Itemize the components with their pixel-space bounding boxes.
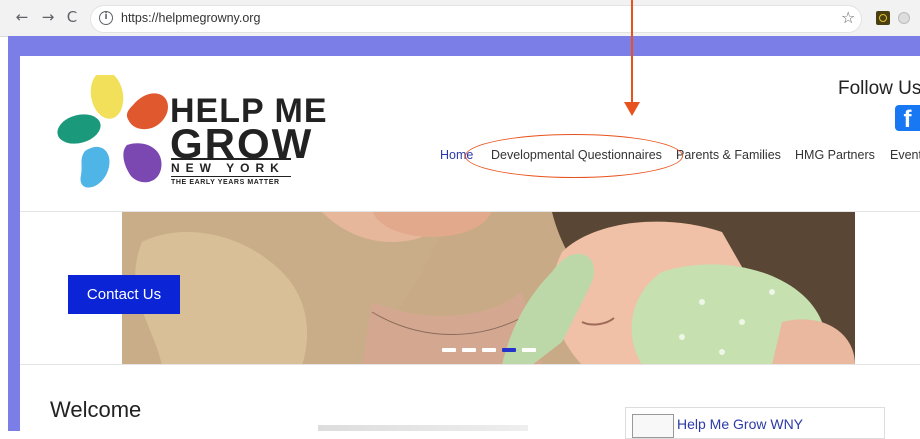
logo-text-new-york: NEW YORK [171,158,291,175]
faded-text-line [318,425,528,431]
address-bar[interactable]: i https://helpmegrowny.org ☆ [90,5,862,33]
slider-dot[interactable] [522,348,536,352]
nav-events[interactable]: Event [890,148,920,162]
extension-icon[interactable] [876,11,890,25]
info-icon[interactable]: i [99,11,113,25]
url-text[interactable]: https://helpmegrowny.org [121,11,260,25]
hero-slider-image [122,212,855,365]
logo-tagline: THE EARLY YEARS MATTER [171,176,291,186]
nav-hmg-partners[interactable]: HMG Partners [795,148,875,162]
annotation-arrow-head [624,102,640,116]
slider-dot[interactable] [482,348,496,352]
contact-us-button[interactable]: Contact Us [68,275,180,314]
forward-icon[interactable]: → [38,7,58,27]
reload-icon[interactable]: C [62,7,82,27]
slider-dot-active[interactable] [502,348,516,352]
slider-dot[interactable] [442,348,456,352]
welcome-heading: Welcome [50,397,142,422]
slider-dot[interactable] [462,348,476,352]
widget-thumbnail[interactable] [632,414,674,438]
nav-parents-families[interactable]: Parents & Families [676,148,781,162]
widget-title[interactable]: Help Me Grow WNY [677,416,803,432]
hero-divider [20,364,920,365]
facebook-widget[interactable]: Help Me Grow WNY [625,407,885,439]
annotation-ellipse [465,134,683,178]
facebook-icon[interactable]: f [895,105,920,133]
browser-toolbar: ← → C i https://helpmegrowny.org ☆ [0,0,920,37]
bookmark-star-icon[interactable]: ☆ [841,8,855,27]
back-icon[interactable]: ← [12,7,32,27]
annotation-arrow-line [631,0,633,104]
extension-icon-2[interactable] [898,12,910,24]
follow-us-label: Follow Us [838,78,920,99]
